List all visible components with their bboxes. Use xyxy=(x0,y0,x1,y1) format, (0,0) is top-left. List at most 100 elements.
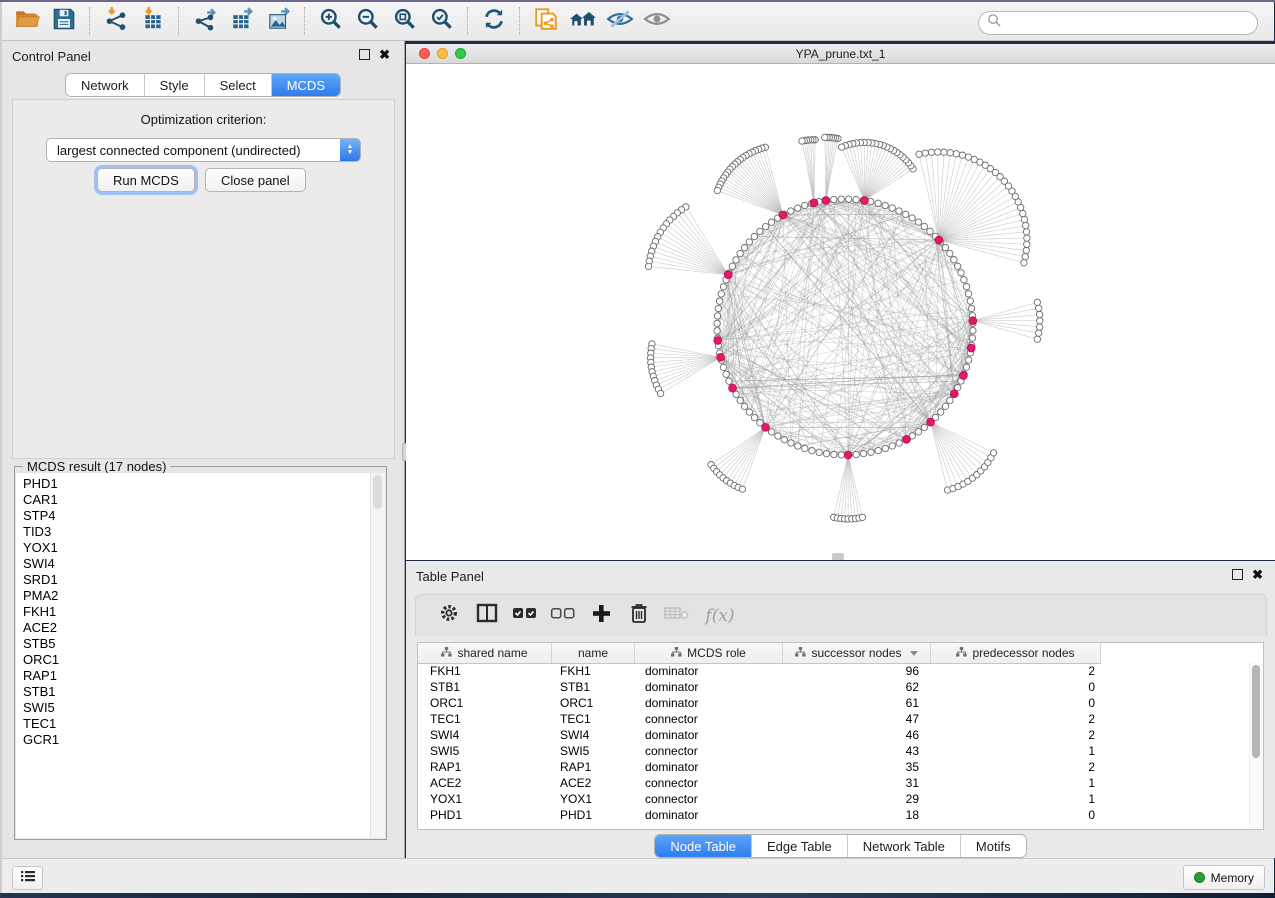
export-network-button[interactable] xyxy=(186,5,223,37)
mcds-result-list[interactable]: PHD1CAR1STP4TID3YOX1SWI4SRD1PMA2FKH1ACE2… xyxy=(16,473,371,838)
tab-edge-table[interactable]: Edge Table xyxy=(752,835,848,857)
export-table-button[interactable] xyxy=(223,5,260,37)
mcds-result-item[interactable]: PMA2 xyxy=(23,588,371,604)
dropdown-stepper-icon: ▲▼ xyxy=(340,139,360,161)
save-button[interactable] xyxy=(45,5,82,37)
zoom-selected-button[interactable] xyxy=(423,5,460,37)
apply-layout-button[interactable] xyxy=(475,5,512,37)
export-image-button[interactable] xyxy=(260,5,297,37)
zoom-in-button[interactable] xyxy=(312,5,349,37)
tab-motifs[interactable]: Motifs xyxy=(961,835,1026,857)
mcds-result-item[interactable]: STB1 xyxy=(23,684,371,700)
column-header-name[interactable]: name xyxy=(552,643,635,663)
mcds-result-item[interactable]: SWI4 xyxy=(23,556,371,572)
zoom-out-button[interactable] xyxy=(349,5,386,37)
duplicate-network-icon xyxy=(533,6,559,37)
mcds-result-item[interactable]: FKH1 xyxy=(23,604,371,620)
network-canvas[interactable] xyxy=(406,64,1275,560)
import-table-button[interactable] xyxy=(134,5,171,37)
column-header-shared-name[interactable]: shared name xyxy=(418,643,552,663)
show-column-panel-button[interactable] xyxy=(468,601,506,631)
network-splitter-handle[interactable] xyxy=(832,553,844,560)
run-mcds-button[interactable]: Run MCDS xyxy=(97,168,195,192)
table-row[interactable]: STB1STB1dominator620 xyxy=(418,679,1250,695)
table-row[interactable]: YOX1YOX1connector291 xyxy=(418,791,1250,807)
mcds-result-item[interactable]: YOX1 xyxy=(23,540,371,556)
zoom-selected-icon xyxy=(429,6,455,37)
table-row[interactable]: PHD1PHD1dominator180 xyxy=(418,807,1250,823)
table-row[interactable]: ACE2ACE2connector311 xyxy=(418,775,1250,791)
column-header-successor-nodes[interactable]: successor nodes xyxy=(783,643,931,663)
first-neighbors-button[interactable] xyxy=(564,5,601,37)
float-panel-icon[interactable] xyxy=(359,49,370,60)
zoom-out-icon xyxy=(355,6,381,37)
mcds-result-item[interactable]: CAR1 xyxy=(23,492,371,508)
table-cell: 35 xyxy=(783,760,931,774)
table-cell: connector xyxy=(635,792,783,806)
mcds-result-item[interactable]: PHD1 xyxy=(23,476,371,492)
table-body: FKH1FKH1dominator962STB1STB1dominator620… xyxy=(418,663,1250,829)
table-row[interactable]: SWI4SWI4dominator462 xyxy=(418,727,1250,743)
mcds-result-item[interactable]: SWI5 xyxy=(23,700,371,716)
create-column-button[interactable] xyxy=(582,601,620,631)
tab-network-table[interactable]: Network Table xyxy=(848,835,961,857)
column-header-mcds-role[interactable]: MCDS role xyxy=(635,643,783,663)
table-panel: Table Panel ✖ f(x) shared n xyxy=(406,561,1275,858)
search-input[interactable] xyxy=(1002,13,1257,33)
import-network-button[interactable] xyxy=(97,5,134,37)
deselect-all-rows-button[interactable] xyxy=(544,601,582,631)
table-cell: STB1 xyxy=(552,680,635,694)
mcds-result-item[interactable]: STP4 xyxy=(23,508,371,524)
table-cell: RAP1 xyxy=(552,760,635,774)
table-row[interactable]: SWI5SWI5connector431 xyxy=(418,743,1250,759)
criterion-dropdown[interactable]: largest connected component (undirected)… xyxy=(46,138,361,162)
tab-style[interactable]: Style xyxy=(145,74,205,96)
table-cell: FKH1 xyxy=(552,664,635,678)
mcds-result-item[interactable]: SRD1 xyxy=(23,572,371,588)
select-all-rows-button[interactable] xyxy=(506,601,544,631)
hidden-panels-button[interactable] xyxy=(12,866,43,890)
table-cell: PHD1 xyxy=(418,808,552,822)
search-field[interactable] xyxy=(978,11,1258,35)
zoom-fit-button[interactable] xyxy=(386,5,423,37)
mcds-result-item[interactable]: TEC1 xyxy=(23,716,371,732)
table-row[interactable]: FKH1FKH1dominator962 xyxy=(418,663,1250,679)
table-row[interactable]: ORC1ORC1dominator610 xyxy=(418,695,1250,711)
tab-select[interactable]: Select xyxy=(205,74,272,96)
table-scrollbar[interactable] xyxy=(1249,663,1263,829)
table-cell: dominator xyxy=(635,696,783,710)
close-panel-icon[interactable]: ✖ xyxy=(379,50,390,59)
close-panel-icon[interactable]: ✖ xyxy=(1252,570,1263,579)
table-settings-button[interactable] xyxy=(430,601,468,631)
memory-button[interactable]: Memory xyxy=(1183,865,1265,890)
table-row[interactable]: TEC1TEC1connector472 xyxy=(418,711,1250,727)
tab-network[interactable]: Network xyxy=(66,74,145,96)
table-cell: ORC1 xyxy=(418,696,552,710)
table-cell: SWI4 xyxy=(552,728,635,742)
mcds-result-item[interactable]: ACE2 xyxy=(23,620,371,636)
show-all-button[interactable] xyxy=(638,5,675,37)
mcds-result-item[interactable]: ORC1 xyxy=(23,652,371,668)
network-window-titlebar[interactable]: YPA_prune.txt_1 xyxy=(406,44,1275,64)
mcds-result-item[interactable]: STB5 xyxy=(23,636,371,652)
mcds-result-item[interactable]: TID3 xyxy=(23,524,371,540)
tab-mcds[interactable]: MCDS xyxy=(272,74,340,96)
new-network-from-selection-button[interactable] xyxy=(527,5,564,37)
table-cell: 0 xyxy=(931,680,1101,694)
delete-column-button[interactable] xyxy=(620,601,658,631)
column-header-predecessor-nodes[interactable]: predecessor nodes xyxy=(931,643,1101,663)
hide-selected-button[interactable] xyxy=(601,5,638,37)
float-panel-icon[interactable] xyxy=(1232,569,1243,580)
open-button[interactable] xyxy=(8,5,45,37)
table-row[interactable]: RAP1RAP1dominator352 xyxy=(418,759,1250,775)
mcds-result-item[interactable]: RAP1 xyxy=(23,668,371,684)
attribute-type-icon xyxy=(956,646,967,660)
tab-node-table[interactable]: Node Table xyxy=(655,835,752,857)
network-graph xyxy=(406,64,1275,561)
close-panel-button[interactable]: Close panel xyxy=(205,168,306,192)
mcds-result-item[interactable]: GCR1 xyxy=(23,732,371,748)
table-cell: dominator xyxy=(635,664,783,678)
mcds-list-scrollbar[interactable] xyxy=(370,473,385,838)
cytoscape-window: Control Panel ✖ NetworkStyleSelectMCDS O… xyxy=(0,0,1275,898)
column-header-label: MCDS role xyxy=(687,646,746,660)
